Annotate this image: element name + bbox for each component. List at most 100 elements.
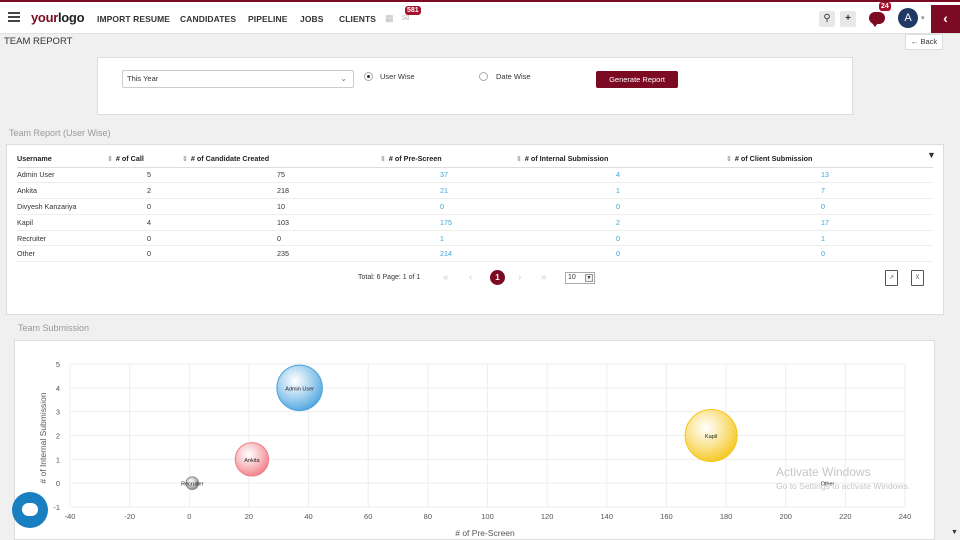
col-pre-screen[interactable]: ⇕ # of Pre-Screen: [380, 151, 516, 168]
calendar-icon[interactable]: ▦: [385, 13, 394, 24]
cell-internal[interactable]: 2: [516, 214, 726, 231]
bubble-label: Ankita: [244, 458, 260, 464]
cell-calls: 0: [107, 198, 182, 215]
chat-widget-icon[interactable]: [12, 492, 48, 528]
x-tick-label: 140: [601, 512, 614, 521]
cell-calls: 4: [107, 214, 182, 231]
col-internal-submission[interactable]: ⇕ # of Internal Submission: [516, 151, 726, 168]
cell-internal[interactable]: 1: [516, 182, 726, 200]
chevron-down-icon[interactable]: ▾: [921, 14, 925, 22]
pager-summary: Total: 6 Page: 1 of 1: [358, 274, 421, 281]
cell-calls: 0: [107, 245, 182, 263]
sidebar-toggle-chevron-left-icon[interactable]: ‹: [931, 5, 960, 33]
y-tick-label: 5: [56, 360, 60, 369]
scroll-down-icon[interactable]: ▼: [951, 529, 958, 536]
top-navbar: yourlogo IMPORT RESUME CANDIDATES PIPELI…: [0, 2, 960, 34]
bubble-label: Admin User: [285, 386, 314, 392]
cell-internal[interactable]: 0: [516, 230, 726, 247]
chevron-down-icon: ⌄: [340, 74, 347, 83]
col-calls[interactable]: ⇕ # of Call: [107, 151, 182, 168]
cell-username: Ankita: [17, 182, 107, 200]
first-page-icon[interactable]: «: [443, 272, 449, 283]
user-wise-label[interactable]: User Wise: [380, 72, 415, 81]
cell-pre-screen[interactable]: 214: [380, 245, 516, 263]
nav-candidates[interactable]: CANDIDATES: [180, 14, 236, 24]
period-value: This Year: [127, 74, 159, 83]
activate-windows-title: Activate Windows: [776, 465, 871, 479]
nav-clients[interactable]: CLIENTS: [339, 14, 376, 24]
user-wise-radio[interactable]: [364, 72, 373, 81]
x-tick-label: 180: [720, 512, 733, 521]
nav-import-resume[interactable]: IMPORT RESUME: [97, 14, 170, 24]
cell-client[interactable]: 0: [726, 245, 933, 263]
table-row: Admin User 5 75 37 4 13: [17, 167, 933, 184]
x-tick-label: 240: [899, 512, 912, 521]
date-wise-radio[interactable]: [479, 72, 488, 81]
cell-candidates: 10: [182, 198, 380, 215]
bubble-label: Kapil: [705, 434, 717, 440]
cell-client[interactable]: 13: [726, 167, 933, 184]
cell-calls: 0: [107, 230, 182, 247]
chat-icon[interactable]: [869, 12, 885, 27]
excel-icon[interactable]: X: [911, 270, 924, 286]
cell-pre-screen[interactable]: 21: [380, 182, 516, 200]
x-tick-label: -40: [65, 512, 76, 521]
logo[interactable]: yourlogo: [31, 10, 85, 25]
nav-pipeline[interactable]: PIPELINE: [248, 14, 288, 24]
generate-report-button[interactable]: Generate Report: [596, 71, 678, 88]
last-page-icon[interactable]: »: [541, 272, 547, 283]
cell-client[interactable]: 17: [726, 214, 933, 231]
cell-candidates: 103: [182, 214, 380, 231]
col-candidates-created[interactable]: ⇕ # of Candidate Created: [182, 151, 380, 168]
cell-username: Other: [17, 245, 107, 263]
cell-client[interactable]: 7: [726, 182, 933, 200]
nav-jobs[interactable]: JOBS: [300, 14, 324, 24]
period-select[interactable]: This Year ⌄: [122, 70, 354, 88]
page-size-select[interactable]: 10 ▼: [565, 272, 595, 284]
cell-client[interactable]: 1: [726, 230, 933, 247]
back-label: Back: [920, 37, 938, 46]
page-number-current[interactable]: 1: [490, 270, 505, 285]
chat-badge: 24: [879, 2, 891, 11]
cell-internal[interactable]: 4: [516, 167, 726, 184]
y-tick-label: 4: [56, 384, 60, 393]
cell-candidates: 0: [182, 230, 380, 247]
report-filter-card: This Year ⌄ User Wise Date Wise Generate …: [97, 57, 853, 115]
cell-client[interactable]: 0: [726, 198, 933, 215]
cell-internal[interactable]: 0: [516, 245, 726, 263]
report-section-title: Team Report (User Wise): [9, 128, 111, 138]
bubble-label: Recruiter: [181, 482, 203, 488]
cell-pre-screen[interactable]: 0: [380, 198, 516, 215]
search-icon[interactable]: ⚲: [819, 11, 835, 27]
next-page-icon[interactable]: ›: [518, 272, 521, 283]
date-wise-label[interactable]: Date Wise: [496, 72, 531, 81]
col-client-submission[interactable]: ⇕ # of Client Submission: [726, 151, 933, 168]
cell-pre-screen[interactable]: 1: [380, 230, 516, 247]
cell-pre-screen[interactable]: 175: [380, 214, 516, 231]
plus-icon[interactable]: +: [840, 11, 856, 27]
prev-page-icon[interactable]: ‹: [469, 272, 472, 283]
y-tick-label: 3: [56, 408, 60, 417]
hamburger-menu-icon[interactable]: [8, 12, 20, 22]
y-tick-label: 1: [56, 455, 60, 464]
x-tick-label: 120: [541, 512, 554, 521]
back-button[interactable]: ← Back: [905, 34, 943, 50]
cell-calls: 5: [107, 167, 182, 184]
x-tick-label: 40: [304, 512, 312, 521]
x-tick-label: 20: [245, 512, 253, 521]
cell-username: Kapil: [17, 214, 107, 231]
cell-candidates: 218: [182, 182, 380, 200]
cell-pre-screen[interactable]: 37: [380, 167, 516, 184]
cell-internal[interactable]: 0: [516, 198, 726, 215]
y-tick-label: -1: [53, 503, 60, 512]
x-tick-label: 220: [839, 512, 852, 521]
pdf-icon[interactable]: ↗: [885, 270, 898, 286]
bubble-chart: -40 -20 0 20 40 60 80 100 120 140 160 180 200 220 240-…: [38, 360, 912, 538]
avatar[interactable]: A: [898, 8, 918, 28]
y-tick-label: 0: [56, 479, 60, 488]
team-submission-chart-card: -40 -20 0 20 40 60 80 100 120 140 160 180 200 220 240-…: [14, 340, 935, 540]
x-tick-label: -20: [124, 512, 135, 521]
cell-candidates: 235: [182, 245, 380, 263]
report-table: Username ⇕ # of Call ⇕ # of Candidate Crea…: [17, 151, 933, 263]
col-username[interactable]: Username: [17, 151, 107, 168]
